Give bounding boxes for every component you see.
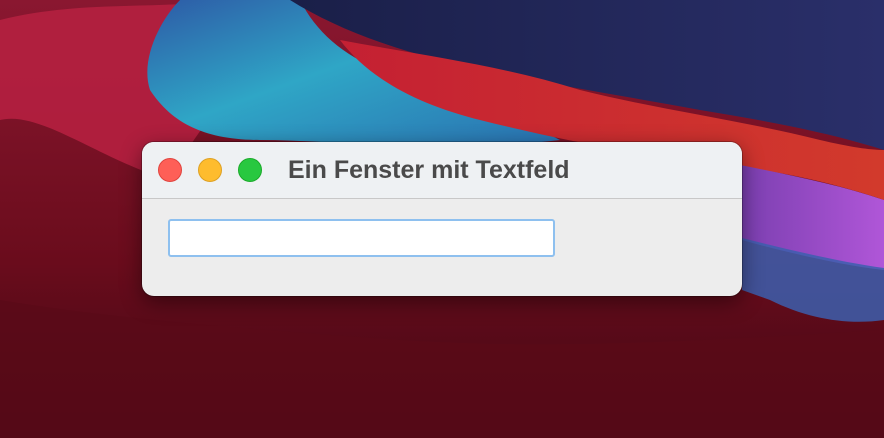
desktop: Ein Fenster mit Textfeld [0,0,884,438]
close-window-button[interactable] [158,158,182,182]
window-title: Ein Fenster mit Textfeld [288,156,570,184]
window-titlebar[interactable]: Ein Fenster mit Textfeld [142,142,742,199]
zoom-window-button[interactable] [238,158,262,182]
app-window: Ein Fenster mit Textfeld [142,142,742,296]
window-content [142,199,742,296]
minimize-window-button[interactable] [198,158,222,182]
text-field[interactable] [168,219,555,257]
